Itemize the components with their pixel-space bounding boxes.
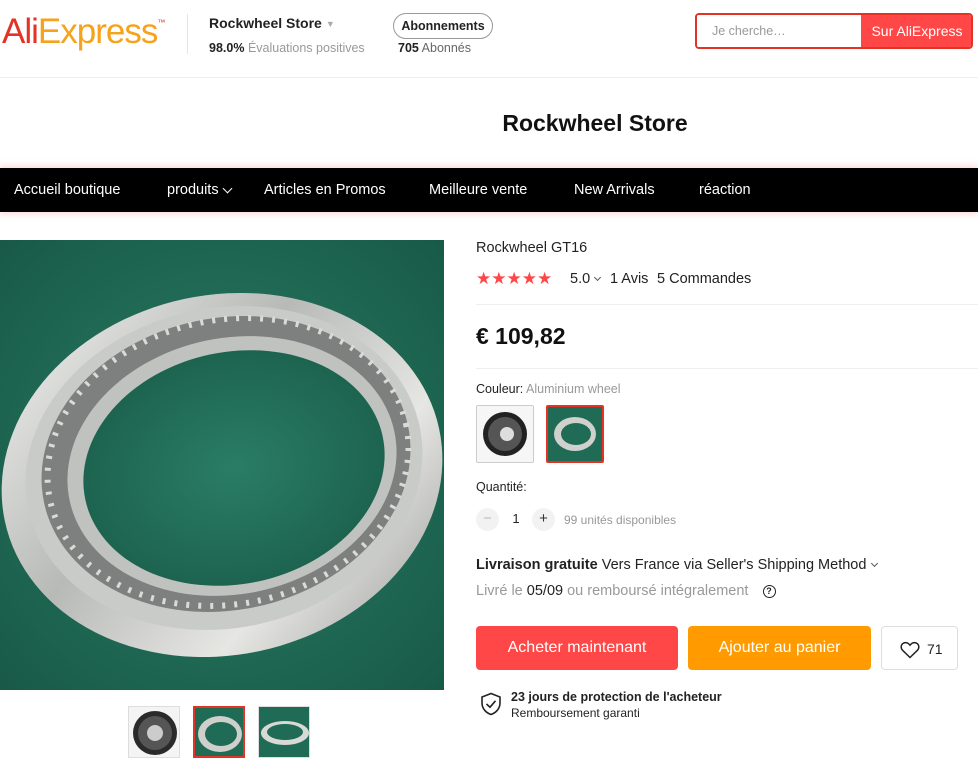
- product-main-image[interactable]: [0, 240, 444, 690]
- chevron-down-icon: [222, 183, 233, 194]
- shipping-method: Vers France via Seller's Shipping Method: [601, 557, 867, 573]
- wheel-thumbnail-image: [129, 707, 179, 757]
- buyer-protection-title: 23 jours de protection de l'acheteur: [511, 690, 722, 704]
- nav-promos-label: Articles en Promos: [264, 182, 386, 198]
- followers-label: Abonnés: [421, 41, 472, 55]
- nav-bestsellers-label: Meilleure vente: [429, 182, 528, 198]
- divider: [476, 304, 978, 305]
- chevron-down-icon: [871, 559, 879, 568]
- nav-new-arrivals-label: New Arrivals: [574, 182, 655, 198]
- nav-products-label: produits: [167, 182, 219, 198]
- logo-express-text: Express: [37, 12, 158, 51]
- logo-tm: ™: [157, 18, 165, 27]
- nav-bestsellers[interactable]: Meilleure vente: [429, 168, 527, 212]
- color-selected-value: Aluminium wheel: [526, 382, 621, 396]
- quantity-label: Quantité:: [476, 480, 527, 494]
- rating-stars: ★★★★★: [476, 269, 553, 288]
- reviews-link[interactable]: 1 Avis: [610, 271, 648, 287]
- quantity-increase-button[interactable]: +: [532, 508, 555, 531]
- quantity-value[interactable]: 1: [506, 511, 526, 526]
- shipping-info[interactable]: Livraison gratuite Vers France via Selle…: [476, 557, 879, 573]
- stock-available: 99 unités disponibles: [564, 513, 677, 527]
- buyer-protection-subtitle: Remboursement garanti: [511, 706, 640, 720]
- color-swatch-wheel[interactable]: [476, 405, 534, 463]
- free-shipping-label: Livraison gratuite: [476, 557, 598, 573]
- nav-promos[interactable]: Articles en Promos: [264, 168, 386, 212]
- search-bar: Sur AliExpress: [695, 13, 973, 49]
- delivery-prefix: Livré le: [476, 583, 523, 599]
- help-icon[interactable]: ?: [762, 585, 776, 598]
- thumbnail-1[interactable]: [128, 706, 180, 758]
- store-name-link[interactable]: Rockwheel Store ▼: [209, 15, 335, 31]
- quantity-decrease-button[interactable]: −: [476, 508, 499, 531]
- logo-ali-text: Ali: [2, 12, 39, 51]
- delivery-suffix: ou remboursé intégralement: [567, 583, 749, 599]
- store-name: Rockwheel Store: [209, 15, 322, 31]
- delivery-date: 05/09: [526, 583, 564, 599]
- color-label: Couleur: Aluminium wheel: [476, 382, 621, 396]
- orders-count: 5 Commandes: [657, 271, 752, 287]
- rating-value[interactable]: 5.0: [570, 271, 602, 287]
- followers-count: 705: [398, 41, 419, 55]
- color-label-text: Couleur:: [476, 382, 524, 396]
- nav-feedback-label: réaction: [699, 182, 751, 198]
- nav-new-arrivals[interactable]: New Arrivals: [574, 168, 655, 212]
- nav-feedback[interactable]: réaction: [699, 168, 751, 212]
- chevron-down-icon: [594, 273, 602, 282]
- rating-percent: 98.0%: [209, 41, 245, 55]
- ring-angle-thumbnail-image: [259, 707, 309, 757]
- header-divider: [187, 14, 188, 54]
- top-header: AliExpress™ Rockwheel Store ▼ 98.0% Évalu…: [0, 0, 978, 78]
- aliexpress-logo[interactable]: AliExpress™: [2, 12, 165, 52]
- followers-info: 705 Abonnés: [398, 41, 471, 55]
- add-to-cart-button[interactable]: Ajouter au panier: [688, 626, 871, 670]
- ring-thumbnail-image: [195, 708, 243, 756]
- divider: [476, 368, 978, 369]
- thumbnail-3[interactable]: [258, 706, 310, 758]
- wishlist-count: 71: [927, 641, 943, 657]
- store-rating: 98.0% Évaluations positives: [209, 41, 365, 55]
- wheel-swatch-image: [477, 406, 533, 462]
- color-swatch-aluminium[interactable]: [546, 405, 604, 463]
- heart-icon: [900, 641, 920, 659]
- search-button[interactable]: Sur AliExpress: [861, 15, 971, 47]
- product-price: € 109,82: [476, 323, 566, 349]
- aluminium-ring-image: [0, 240, 444, 690]
- aluminium-swatch-image: [548, 407, 602, 461]
- shield-check-icon: [481, 692, 501, 716]
- thumbnail-2[interactable]: [193, 706, 245, 758]
- delivery-info: Livré le 05/09 ou remboursé intégralemen…: [476, 583, 776, 599]
- wishlist-button[interactable]: 71: [881, 626, 958, 670]
- store-banner-title: Rockwheel Store: [502, 110, 688, 136]
- caret-down-icon[interactable]: ▼: [326, 19, 335, 29]
- buy-now-button[interactable]: Acheter maintenant: [476, 626, 678, 670]
- store-nav: Accueil boutique produits Articles en Pr…: [0, 168, 978, 212]
- nav-products[interactable]: produits: [167, 168, 233, 212]
- follow-button[interactable]: Abonnements: [393, 13, 493, 39]
- product-title: Rockwheel GT16: [476, 240, 588, 256]
- rating-number: 5.0: [570, 271, 591, 287]
- nav-home[interactable]: Accueil boutique: [14, 168, 120, 212]
- search-input[interactable]: [697, 15, 861, 47]
- rating-label: Évaluations positives: [247, 41, 365, 55]
- nav-home-label: Accueil boutique: [14, 182, 121, 198]
